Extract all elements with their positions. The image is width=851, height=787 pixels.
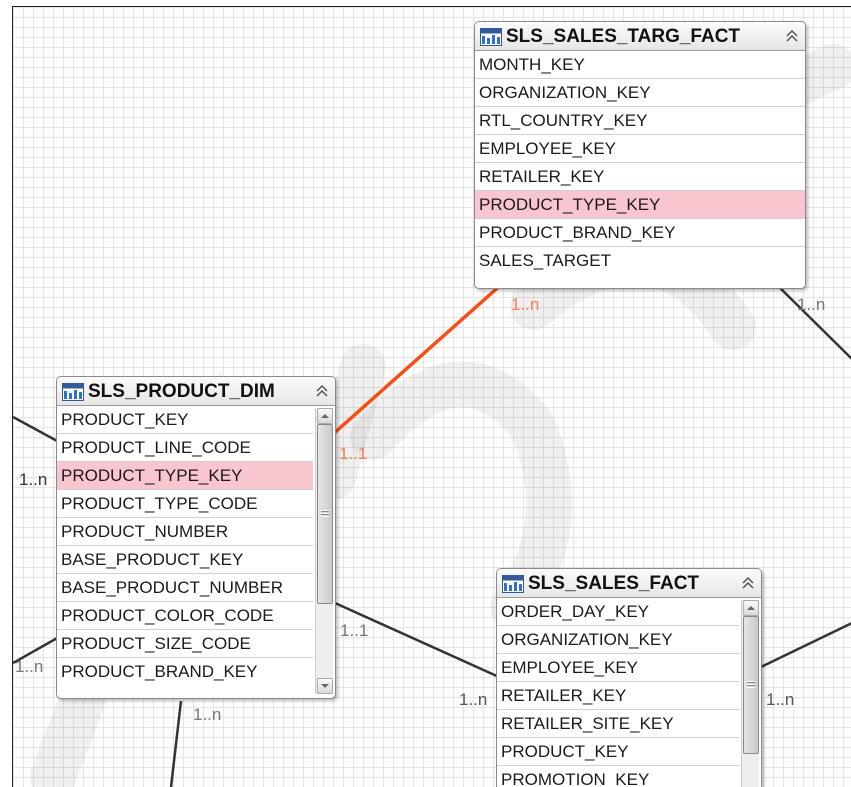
column-organization-key[interactable]: ORGANIZATION_KEY [497, 626, 739, 654]
cardinality-product-dim-left-upper: 1..n [19, 470, 48, 489]
scrollbar-thumb[interactable] [743, 616, 759, 754]
column-product-type-key-highlighted[interactable]: PRODUCT_TYPE_KEY [475, 191, 805, 219]
column-product-brand-key[interactable]: PRODUCT_BRAND_KEY [57, 658, 313, 686]
cardinality-product-dim-left-lower: 1..n [15, 657, 44, 676]
table-sls-sales-targ-fact[interactable]: SLS_SALES_TARG_FACT MONTH_KEY ORGANIZATI… [474, 21, 806, 289]
column-product-color-code[interactable]: PRODUCT_COLOR_CODE [57, 602, 313, 630]
column-promotion-key[interactable]: PROMOTION_KEY [497, 766, 739, 787]
column-base-product-number[interactable]: BASE_PRODUCT_NUMBER [57, 574, 313, 602]
link-product-dim-upper-left[interactable] [13, 415, 60, 444]
column-retailer-key[interactable]: RETAILER_KEY [497, 682, 739, 710]
table-icon [62, 383, 84, 401]
cardinality-product-dim-to-targ: 1..1 [339, 444, 368, 463]
table-title: SLS_PRODUCT_DIM [88, 381, 275, 402]
link-sales-fact-to-right[interactable] [760, 622, 851, 669]
column-product-number[interactable]: PRODUCT_NUMBER [57, 518, 313, 546]
column-employee-key[interactable]: EMPLOYEE_KEY [475, 135, 805, 163]
vertical-scrollbar[interactable] [741, 600, 759, 787]
cardinality-sales-fact-left: 1..n [459, 690, 488, 709]
cardinality-product-dim-to-sales: 1..1 [340, 621, 369, 640]
column-product-type-code[interactable]: PRODUCT_TYPE_CODE [57, 490, 313, 518]
table-header[interactable]: SLS_SALES_FACT [497, 569, 761, 598]
table-sls-sales-fact[interactable]: SLS_SALES_FACT ORDER_DAY_KEY ORGANIZATIO… [496, 568, 762, 787]
column-product-key[interactable]: PRODUCT_KEY [57, 406, 313, 434]
collapse-chevron-icon[interactable] [784, 28, 800, 44]
table-title: SLS_SALES_FACT [528, 573, 700, 594]
column-base-product-key[interactable]: BASE_PRODUCT_KEY [57, 546, 313, 574]
column-product-line-code[interactable]: PRODUCT_LINE_CODE [57, 434, 313, 462]
column-month-key[interactable]: MONTH_KEY [475, 51, 805, 79]
diagram-canvas[interactable]: SLS_SALES_TARG_FACT MONTH_KEY ORGANIZATI… [12, 6, 851, 787]
scroll-up-arrow-icon[interactable] [743, 600, 759, 616]
scrollbar-thumb[interactable] [317, 424, 333, 604]
column-product-brand-key[interactable]: PRODUCT_BRAND_KEY [475, 219, 805, 247]
table-header[interactable]: SLS_SALES_TARG_FACT [475, 22, 805, 51]
link-product-dim-bottom[interactable] [169, 700, 183, 787]
link-product-dim-to-targ-fact[interactable] [321, 281, 505, 445]
column-order-day-key[interactable]: ORDER_DAY_KEY [497, 598, 739, 626]
column-retailer-key[interactable]: RETAILER_KEY [475, 163, 805, 191]
collapse-chevron-icon[interactable] [314, 383, 330, 399]
table-icon [480, 28, 502, 46]
collapse-chevron-icon[interactable] [740, 575, 756, 591]
cardinality-targ-fact-left: 1..n [511, 295, 540, 314]
column-rtl-country-key[interactable]: RTL_COUNTRY_KEY [475, 107, 805, 135]
scroll-up-arrow-icon[interactable] [317, 408, 333, 424]
column-sales-target[interactable]: SALES_TARGET [475, 247, 805, 275]
table-title: SLS_SALES_TARG_FACT [506, 26, 741, 47]
cardinality-product-dim-bottom: 1..n [193, 705, 222, 724]
column-employee-key[interactable]: EMPLOYEE_KEY [497, 654, 739, 682]
table-header[interactable]: SLS_PRODUCT_DIM [57, 377, 335, 406]
column-product-size-code[interactable]: PRODUCT_SIZE_CODE [57, 630, 313, 658]
column-retailer-site-key[interactable]: RETAILER_SITE_KEY [497, 710, 739, 738]
cardinality-sales-fact-right: 1..n [766, 690, 795, 709]
column-product-key[interactable]: PRODUCT_KEY [497, 738, 739, 766]
table-icon [502, 575, 524, 593]
table-sls-product-dim[interactable]: SLS_PRODUCT_DIM PRODUCT_KEY PRODUCT_LINE… [56, 376, 336, 699]
cardinality-targ-fact-right: 1..n [797, 295, 826, 314]
vertical-scrollbar[interactable] [315, 408, 333, 694]
column-product-type-key-highlighted[interactable]: PRODUCT_TYPE_KEY [57, 462, 313, 490]
column-organization-key[interactable]: ORGANIZATION_KEY [475, 79, 805, 107]
scroll-down-arrow-icon[interactable] [317, 678, 333, 694]
